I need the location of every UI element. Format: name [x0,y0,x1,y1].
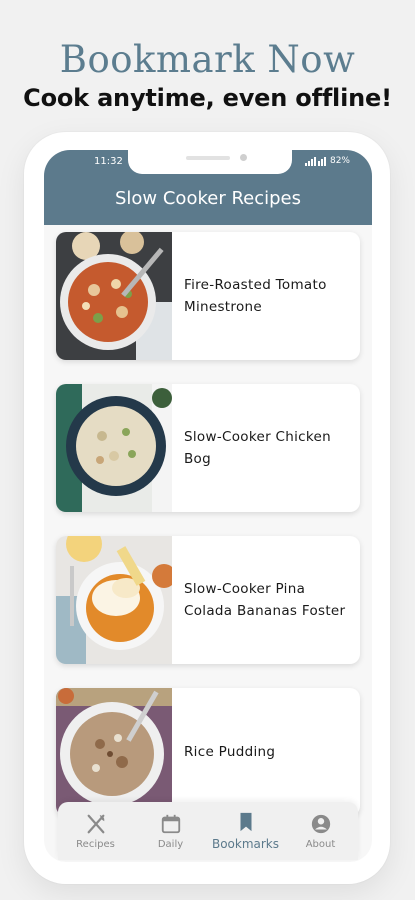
recipe-title: Slow-Cooker Chicken Bog [184,429,331,467]
phone-notch [128,150,292,174]
tab-label: Recipes [76,838,115,850]
recipe-title: Rice Pudding [184,744,276,760]
page-title: Slow Cooker Recipes [114,188,301,209]
signal-icon [304,156,326,166]
fork-knife-icon [87,814,104,833]
tab-recipes[interactable]: Recipes [60,803,132,859]
recipe-card[interactable]: Rice Pudding [56,688,360,816]
app-screen: 11:32 82% Slow Cooker Recipes Fire-Roast… [44,150,372,862]
battery-level: 82% [329,156,350,166]
pudding-bowl-photo [56,688,172,816]
tab-daily[interactable]: Daily [135,803,207,859]
promo-title: Bookmark Now [59,38,356,81]
bottom-tab-bar: Recipes Daily Bookmarks About [58,802,358,860]
speaker-grille [186,156,230,160]
soup-bowl-photo [56,232,172,360]
calendar-icon [161,814,180,833]
promo-subtitle: Cook anytime, even offline! [23,84,392,112]
recipe-card[interactable]: Fire-Roasted Tomato Minestrone [56,232,360,360]
dessert-bowl-photo [56,536,172,664]
user-icon [311,814,330,833]
rice-plate-photo [56,384,172,512]
status-indicators: 82% [304,156,350,166]
tab-about[interactable]: About [285,803,357,859]
tab-label: About [305,838,336,850]
recipe-title: Slow-Cooker Pina Colada Bananas Foster [184,581,346,619]
camera-dot [240,154,247,161]
app-header: 11:32 82% Slow Cooker Recipes [44,150,372,225]
bookmark-icon [240,812,251,832]
tab-label: Bookmarks [211,837,280,851]
status-time: 11:32 [94,156,123,167]
tab-label: Daily [157,838,184,850]
recipe-title: Fire-Roasted Tomato Minestrone [184,277,327,315]
recipe-card[interactable]: Slow-Cooker Pina Colada Bananas Foster [56,536,360,664]
tab-bookmarks[interactable]: Bookmarks [210,803,282,859]
recipe-card[interactable]: Slow-Cooker Chicken Bog [56,384,360,512]
